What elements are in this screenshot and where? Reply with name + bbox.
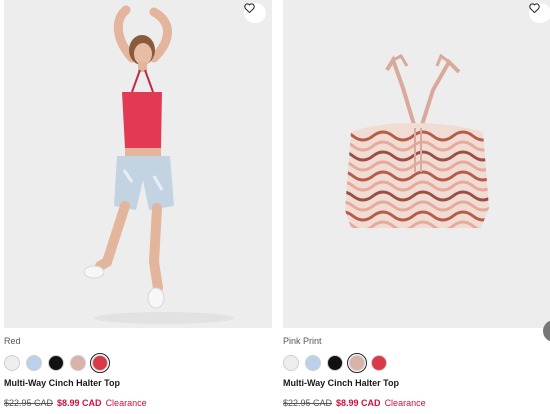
color-swatches	[4, 353, 110, 373]
product-flatlay-photo	[283, 0, 550, 328]
selected-color-label: Pink Print	[283, 336, 322, 346]
swatch-light-blue[interactable]	[26, 355, 42, 371]
clearance-badge: Clearance	[105, 398, 147, 408]
price-row: $22.95 CAD $8.99 CAD Clearance	[4, 398, 147, 408]
product-image-model-red-halter[interactable]	[4, 0, 272, 328]
sale-price: $8.99 CAD	[336, 398, 381, 408]
product-card[interactable]: Pink Print Multi-Way Cinch Halter Top $2…	[283, 0, 550, 414]
swatch-white[interactable]	[4, 355, 20, 371]
product-image-pink-print-halter[interactable]	[283, 0, 550, 328]
heart-icon	[244, 3, 255, 13]
swatch-red[interactable]	[371, 355, 387, 371]
swatch-pink-print[interactable]	[347, 353, 367, 373]
wishlist-heart-button[interactable]	[529, 3, 550, 23]
original-price: $22.95 CAD	[283, 398, 333, 408]
swatch-pink-print[interactable]	[70, 355, 86, 371]
price-row: $22.95 CAD $8.99 CAD Clearance	[283, 398, 426, 408]
product-title[interactable]: Multi-Way Cinch Halter Top	[283, 378, 399, 388]
product-card[interactable]: Red Multi-Way Cinch Halter Top $22.95 CA…	[4, 0, 272, 414]
swatch-black[interactable]	[48, 355, 64, 371]
swatch-red[interactable]	[90, 353, 110, 373]
color-swatches	[283, 353, 387, 373]
wishlist-heart-button[interactable]	[244, 3, 266, 23]
clearance-badge: Clearance	[384, 398, 426, 408]
heart-icon	[529, 3, 540, 13]
swatch-light-blue[interactable]	[305, 355, 321, 371]
selected-color-label: Red	[4, 336, 21, 346]
swatch-white[interactable]	[283, 355, 299, 371]
product-title[interactable]: Multi-Way Cinch Halter Top	[4, 378, 120, 388]
sale-price: $8.99 CAD	[57, 398, 102, 408]
model-photo	[4, 0, 272, 328]
original-price: $22.95 CAD	[4, 398, 54, 408]
swatch-black[interactable]	[327, 355, 343, 371]
